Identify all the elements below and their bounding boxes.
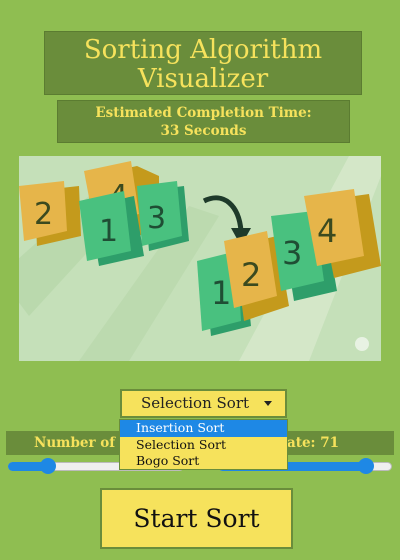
rate-slider-thumb[interactable] [357,458,374,474]
block-after-3-label: 3 [282,234,302,272]
dropdown-option-bogo-sort[interactable]: Bogo Sort [120,453,287,470]
app-title-line1: Sorting Algorithm [83,35,323,65]
hero-graphic: 2 4 3 1 1 [19,156,381,361]
block-before-4-label: 3 [147,201,166,236]
block-before-2: 1 [79,191,144,266]
block-before-2-label: 1 [99,214,118,249]
dropdown-option-insertion-sort[interactable]: Insertion Sort [120,420,287,437]
block-after-1-label: 1 [211,274,231,312]
dropdown-option-selection-sort[interactable]: Selection Sort [120,437,287,454]
app-title: Sorting Algorithm Visualizer [44,31,362,95]
block-before-1-label: 2 [34,197,53,232]
eta-value: 33 Seconds [160,123,247,139]
algorithm-select-value: Selection Sort [141,394,250,412]
algorithm-dropdown-menu: Insertion Sort Selection Sort Bogo Sort [119,419,288,470]
count-slider-thumb[interactable] [40,458,57,474]
hero-illustration: 2 4 3 1 1 [19,156,381,361]
eta-panel: Estimated Completion Time: 33 Seconds [57,100,350,143]
block-after-4-label: 4 [317,212,337,250]
block-before-1: 2 [19,181,81,246]
rate-label: rate: 71 [279,435,339,451]
count-label: Number of C [34,435,131,451]
eta-label: Estimated Completion Time: [95,105,312,121]
start-sort-button[interactable]: Start Sort [100,488,293,549]
app-title-line2: Visualizer [137,64,269,94]
algorithm-select[interactable]: Selection Sort [120,389,287,418]
chevron-down-icon [264,401,272,406]
block-before-4: 3 [137,181,189,251]
block-after-2-label: 2 [241,256,261,294]
watermark-icon [355,337,369,351]
